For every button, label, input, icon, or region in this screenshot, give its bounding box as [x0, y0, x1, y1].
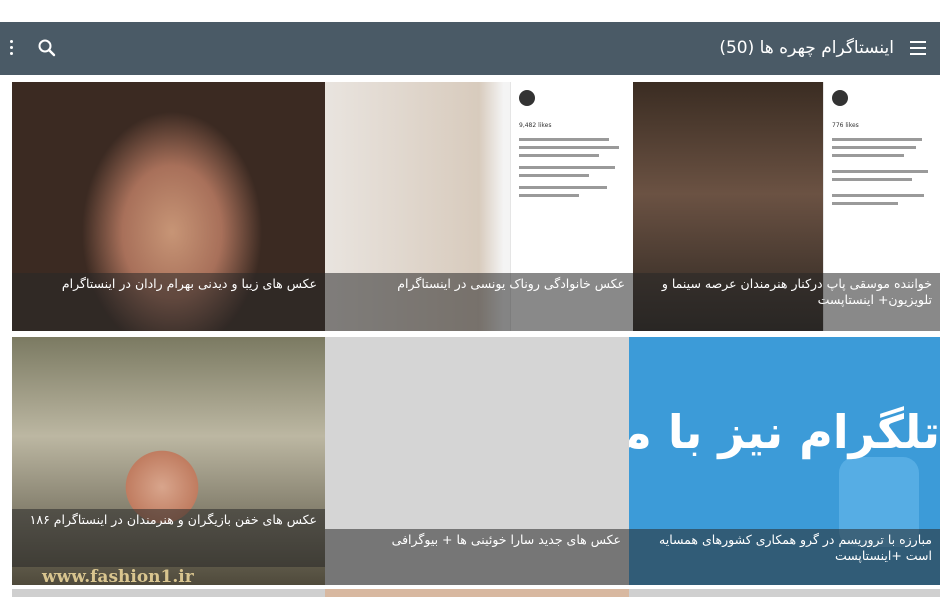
post-card[interactable]: 9,482 likes عکس خانوادگی روناک یونسی در …	[325, 82, 633, 331]
likes-count: 776 likes	[832, 122, 859, 129]
telegram-banner-text: تلگرام نیز با ما	[629, 405, 940, 459]
watermark-text: www.fashion1.ir	[42, 567, 194, 585]
post-caption: عکس های زیبا و دیدنی بهرام رادان در اینس…	[12, 273, 325, 331]
post-grid: عکس های زیبا و دیدنی بهرام رادان در اینس…	[0, 75, 940, 597]
likes-count: 9,482 likes	[519, 122, 552, 129]
post-card-partial[interactable]	[12, 589, 325, 597]
more-vert-icon[interactable]	[0, 34, 22, 62]
page-title: اینستاگرام چهره ها (50)	[719, 38, 894, 58]
profile-avatar-icon	[519, 90, 535, 106]
post-card[interactable]: عکس های جدید سارا خوئینی ها + بیوگرافی	[325, 337, 629, 585]
status-bar	[0, 0, 940, 22]
post-card[interactable]: 776 likes خواننده موسقی پاپ درکنار هنرمن…	[633, 82, 940, 331]
profile-avatar-icon	[832, 90, 848, 106]
post-card[interactable]: تلگرام نیز با ما مبارزه با تروریسم در گر…	[629, 337, 940, 585]
post-caption: عکس های جدید سارا خوئینی ها + بیوگرافی	[325, 529, 629, 585]
post-caption: عکس خانوادگی روناک یونسی در اینستاگرام	[325, 273, 633, 331]
post-caption: مبارزه با تروریسم در گرو همکاری کشورهای …	[629, 529, 940, 585]
post-card[interactable]: عکس های زیبا و دیدنی بهرام رادان در اینس…	[12, 82, 325, 331]
hamburger-menu-icon[interactable]	[904, 34, 932, 62]
post-card-partial[interactable]	[325, 589, 629, 597]
app-bar: اینستاگرام چهره ها (50)	[0, 22, 940, 75]
post-card[interactable]: www.fashion1.ir عکس های خفن بازیگران و ه…	[12, 337, 325, 585]
post-caption: خواننده موسقی پاپ درکنار هنرمندان عرصه س…	[633, 273, 940, 331]
post-caption: عکس های خفن بازیگران و هنرمندان در اینست…	[12, 509, 325, 567]
post-card-partial[interactable]	[629, 589, 940, 597]
search-icon[interactable]	[33, 34, 61, 62]
